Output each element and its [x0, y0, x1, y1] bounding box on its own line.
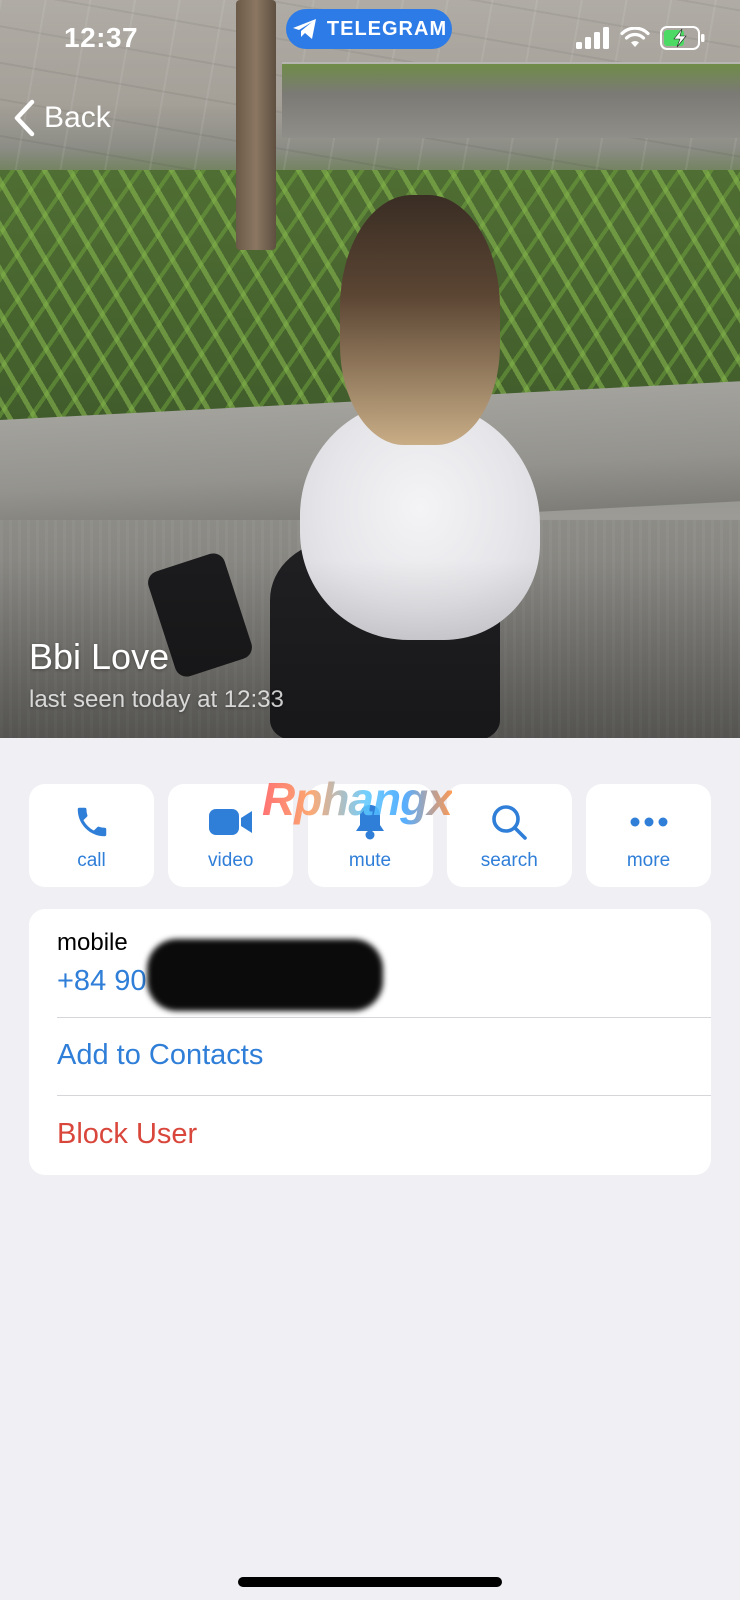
cellular-signal-icon	[576, 27, 609, 49]
add-to-contacts-row[interactable]: Add to Contacts	[57, 1017, 711, 1096]
profile-photo[interactable]	[0, 0, 740, 738]
telegram-pill[interactable]: TELEGRAM	[286, 9, 452, 49]
home-indicator[interactable]	[238, 1577, 502, 1587]
video-label: video	[208, 850, 254, 871]
call-button[interactable]: call	[29, 784, 154, 887]
video-camera-icon	[208, 809, 252, 835]
profile-last-seen: last seen today at 12:33	[29, 686, 284, 713]
more-dots-icon	[630, 817, 667, 827]
profile-name: Bbi Love	[29, 636, 170, 677]
block-user-row[interactable]: Block User	[57, 1096, 711, 1175]
call-label: call	[77, 850, 106, 871]
video-button[interactable]: video	[168, 784, 294, 887]
status-icons	[576, 26, 706, 50]
mobile-row[interactable]: mobile +84 90 76	[57, 909, 711, 1018]
back-label: Back	[44, 101, 111, 134]
photo-hair	[340, 195, 500, 445]
redaction-scribble	[147, 939, 383, 1011]
mobile-label: mobile	[57, 929, 128, 956]
status-bar: 12:37 TELEGRAM	[0, 0, 740, 80]
bell-icon	[356, 805, 384, 840]
back-button[interactable]: Back	[12, 96, 111, 140]
status-time: 12:37	[64, 22, 139, 53]
wifi-icon	[620, 27, 650, 47]
more-label: more	[626, 850, 671, 871]
contact-info-card: mobile +84 90 76 Add to Contacts Block U…	[29, 909, 711, 1175]
chevron-left-icon	[14, 99, 35, 137]
action-bar: call video mute search more	[29, 784, 711, 887]
mute-button[interactable]: mute	[307, 784, 433, 887]
telegram-pill-label: TELEGRAM	[326, 17, 448, 40]
search-button[interactable]: search	[446, 784, 572, 887]
block-user-label: Block User	[57, 1118, 198, 1150]
search-label: search	[480, 850, 538, 871]
more-button[interactable]: more	[586, 784, 711, 887]
battery-charging-icon	[660, 26, 705, 50]
mute-label: mute	[348, 850, 392, 871]
telegram-plane-icon	[292, 19, 316, 39]
add-to-contacts-label: Add to Contacts	[57, 1039, 264, 1071]
search-icon	[492, 805, 528, 840]
phone-icon	[77, 807, 106, 837]
